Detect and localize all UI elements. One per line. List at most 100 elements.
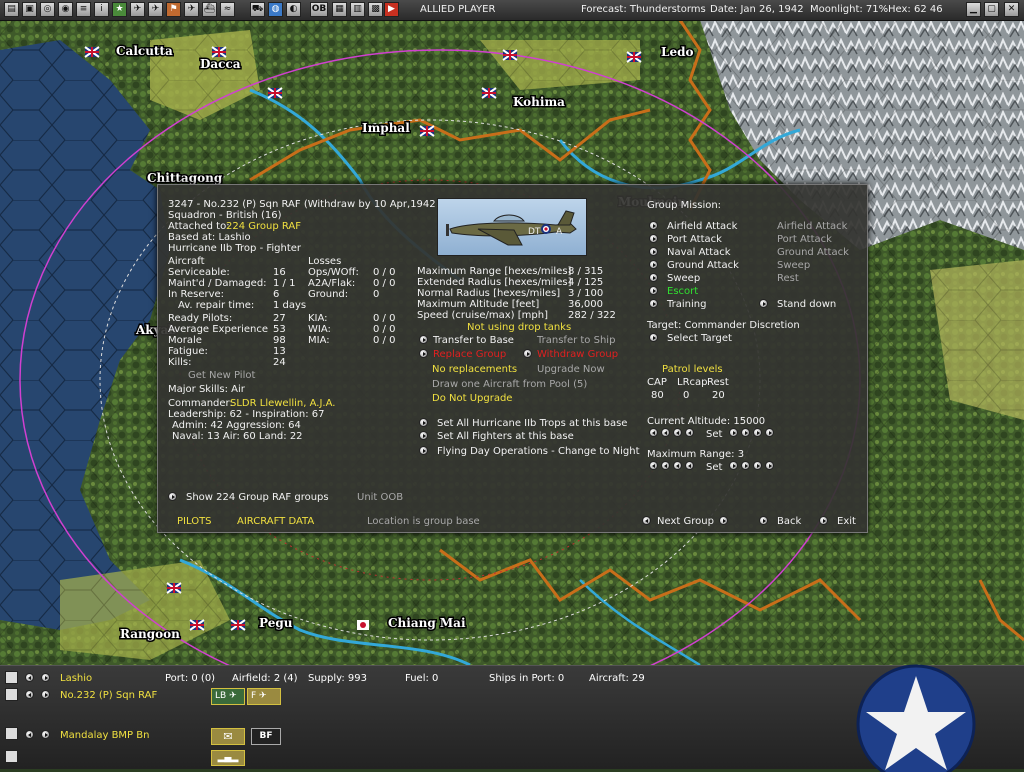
arrow-icon[interactable] [649, 247, 658, 256]
intel-icon[interactable]: i [94, 2, 109, 17]
globe-icon[interactable]: ◍ [268, 2, 283, 17]
transfer-base-button[interactable]: Transfer to Base [433, 335, 514, 346]
mission-option[interactable]: Naval Attack [667, 247, 731, 258]
ship-icon[interactable]: ⛴ [202, 2, 217, 17]
draw-aircraft-button[interactable]: Draw one Aircraft from Pool (5) [432, 379, 587, 390]
arrow-left-icon[interactable] [649, 428, 658, 437]
bars-icon[interactable]: ▂▄▂ [211, 750, 245, 766]
upgrade-now-button[interactable]: Upgrade Now [537, 364, 605, 375]
no-replacements-toggle[interactable]: No replacements [432, 364, 517, 375]
arrow-icon[interactable] [729, 461, 738, 470]
altitude-set-button[interactable]: Set [706, 429, 722, 440]
attached-hq-link[interactable]: 224 Group RAF [226, 221, 301, 232]
exit-button[interactable]: Exit [837, 516, 856, 527]
arrow-icon[interactable] [649, 286, 658, 295]
back-button[interactable]: Back [777, 516, 801, 527]
arrow-left-icon[interactable] [685, 428, 694, 437]
tab-pilots[interactable]: PILOTS [177, 516, 212, 527]
mission-option[interactable]: Port Attack [667, 234, 722, 245]
report-icon[interactable]: ▦ [332, 2, 347, 17]
arrow-icon[interactable] [753, 428, 762, 437]
star-icon[interactable]: ★ [112, 2, 127, 17]
arrow-icon[interactable] [649, 299, 658, 308]
arrow-left-icon[interactable] [685, 461, 694, 470]
unit-oob-button[interactable]: Unit OOB [357, 492, 403, 503]
mission-option[interactable]: Airfield Attack [667, 221, 737, 232]
secondary-mission-option[interactable]: Sweep [777, 260, 810, 271]
mission-option-selected[interactable]: Escort [667, 286, 698, 297]
maximize-icon[interactable]: ▢ [984, 2, 999, 17]
arrow-icon[interactable] [649, 333, 658, 342]
list-icon[interactable]: ≡ [76, 2, 91, 17]
arrow-icon[interactable] [649, 260, 658, 269]
do-not-upgrade-toggle[interactable]: Do Not Upgrade [432, 393, 512, 404]
secondary-mission-option[interactable]: Port Attack [777, 234, 832, 245]
arrow-icon[interactable] [41, 730, 50, 739]
arrow-icon[interactable] [729, 428, 738, 437]
replace-group-button[interactable]: Replace Group [433, 349, 506, 360]
flying-day-button[interactable]: Flying Day Operations - Change to Night [437, 446, 640, 457]
arrow-icon[interactable] [753, 461, 762, 470]
menu-icon[interactable]: ▤ [4, 2, 19, 17]
arrow-left-icon[interactable] [25, 690, 34, 699]
arrow-icon[interactable] [649, 273, 658, 282]
arrow-icon[interactable] [649, 234, 658, 243]
show-groups-button[interactable]: Show 224 Group RAF groups [186, 492, 329, 503]
patrol-cap-value[interactable]: 80 [651, 390, 664, 401]
secondary-mission-option[interactable]: Rest [777, 273, 799, 284]
lb-unit-button[interactable]: LB ✈ [211, 688, 245, 705]
tab-aircraft-data[interactable]: AIRCRAFT DATA [237, 516, 314, 527]
land-unit-name[interactable]: Mandalay BMP Bn [60, 730, 149, 741]
filter-icon[interactable]: ◐ [286, 2, 301, 17]
secondary-mission-option[interactable]: Ground Attack [777, 247, 849, 258]
arrow-left-icon[interactable] [25, 673, 34, 682]
arrow-icon[interactable] [765, 428, 774, 437]
patrol-lrcap-value[interactable]: 0 [683, 390, 689, 401]
arrow-icon[interactable] [741, 428, 750, 437]
select-target-button[interactable]: Select Target [667, 333, 732, 344]
arrow-icon[interactable] [419, 418, 428, 427]
arrow-icon[interactable] [41, 690, 50, 699]
set-all-fighters-button[interactable]: Set All Fighters at this base [437, 431, 574, 442]
arrow-icon[interactable] [759, 516, 768, 525]
hq-icon[interactable] [5, 750, 18, 763]
arrow-left-icon[interactable] [661, 428, 670, 437]
mission-option[interactable]: Ground Attack [667, 260, 739, 271]
arrow-icon[interactable] [719, 516, 728, 525]
transport-icon[interactable]: ✈ [184, 2, 199, 17]
arrow-icon[interactable] [819, 516, 828, 525]
arrow-icon[interactable] [759, 299, 768, 308]
info-icon[interactable]: ◉ [58, 2, 73, 17]
arrow-icon[interactable] [419, 349, 428, 358]
arrow-icon[interactable] [523, 349, 532, 358]
mission-option[interactable]: Training [667, 299, 706, 310]
next-group-button[interactable]: Next Group [657, 516, 714, 527]
commander-link[interactable]: SLDR Llewellin, A.J.A. [230, 398, 335, 409]
withdraw-group-button[interactable]: Withdraw Group [537, 349, 618, 360]
arrow-left-icon[interactable] [25, 730, 34, 739]
stand-down-button[interactable]: Stand down [777, 299, 836, 310]
arrow-left-icon[interactable] [673, 428, 682, 437]
aircraft-icon[interactable]: ✈ [130, 2, 145, 17]
air-unit-name[interactable]: No.232 (P) Sqn RAF [60, 690, 157, 701]
arrow-icon[interactable] [419, 431, 428, 440]
convoy-icon[interactable]: ⛟ [250, 2, 265, 17]
arrow-left-icon[interactable] [642, 516, 651, 525]
close-icon[interactable]: ✕ [1004, 2, 1019, 17]
range-set-button[interactable]: Set [706, 462, 722, 473]
set-all-type-button[interactable]: Set All Hurricane IIb Trops at this base [437, 418, 627, 429]
bf-button[interactable]: BF [251, 728, 281, 745]
get-new-pilot-button[interactable]: Get New Pilot [188, 370, 255, 381]
mail-icon[interactable]: ✉ [211, 728, 245, 745]
flag-icon[interactable]: ⚑ [166, 2, 181, 17]
arrow-icon[interactable] [649, 221, 658, 230]
patrol-rest-value[interactable]: 20 [712, 390, 725, 401]
end-turn-icon[interactable]: ▶ [384, 2, 399, 17]
arrow-icon[interactable] [419, 446, 428, 455]
f-unit-button[interactable]: F ✈ [247, 688, 281, 705]
drop-tanks-toggle[interactable]: Not using drop tanks [467, 322, 571, 333]
arrow-icon[interactable] [765, 461, 774, 470]
arrow-icon[interactable] [168, 492, 177, 501]
land-unit-icon[interactable] [5, 727, 18, 740]
arrow-icon[interactable] [741, 461, 750, 470]
